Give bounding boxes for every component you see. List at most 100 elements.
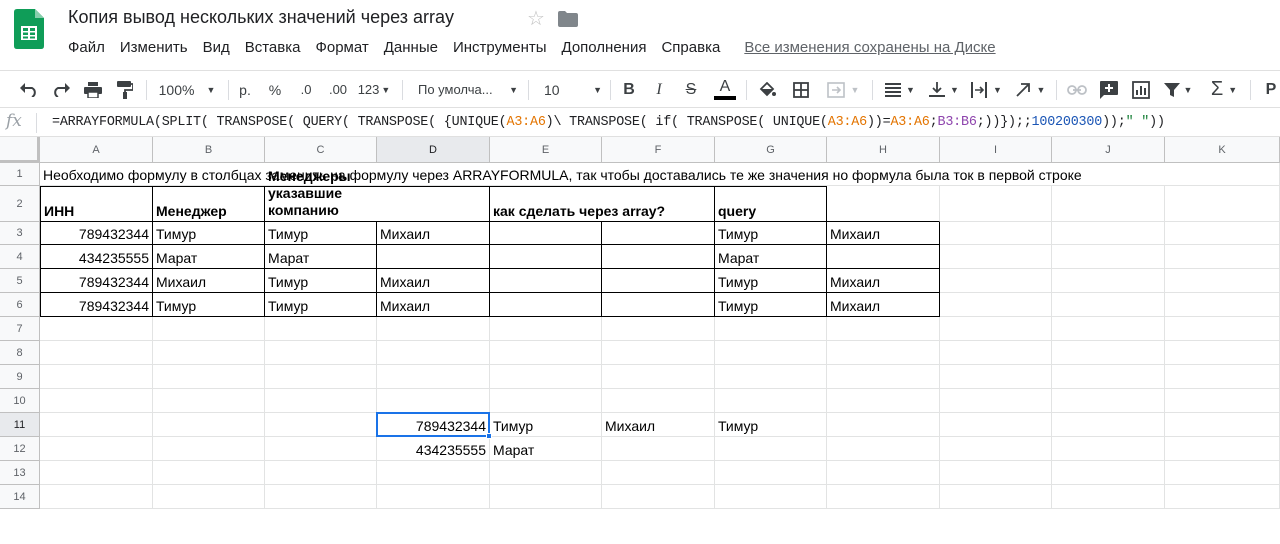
cell-k9[interactable] [1165, 365, 1280, 389]
row-header-8[interactable]: 8 [0, 341, 40, 365]
cell-h4[interactable] [827, 245, 940, 269]
cell-j8[interactable] [1052, 341, 1165, 365]
cell-i7[interactable] [940, 317, 1052, 341]
cell-c8[interactable] [265, 341, 377, 365]
cell-g11[interactable]: Тимур [715, 413, 827, 437]
cell-b11[interactable] [153, 413, 265, 437]
cell-g5[interactable]: Тимур [715, 269, 827, 293]
currency-format-button[interactable]: р. [234, 71, 256, 108]
cell-k13[interactable] [1165, 461, 1280, 485]
row-header-3[interactable]: 3 [0, 222, 40, 245]
row-header-2[interactable]: 2 [0, 186, 40, 222]
cell-d3[interactable]: Михаил [377, 222, 490, 245]
cell-j3[interactable] [1052, 222, 1165, 245]
row-header-14[interactable]: 14 [0, 485, 40, 509]
cell-g10[interactable] [715, 389, 827, 413]
cell-a4[interactable]: 434235555 [40, 245, 153, 269]
cell-e5[interactable] [490, 269, 602, 293]
formula-input[interactable]: =ARRAYFORMULA(SPLIT( TRANSPOSE( QUERY( T… [52, 115, 1165, 130]
cell-a8[interactable] [40, 341, 153, 365]
cell-c6[interactable]: Тимур [265, 293, 377, 317]
paint-format-icon[interactable] [112, 71, 138, 108]
cell-j6[interactable] [1052, 293, 1165, 317]
select-all-corner[interactable] [0, 137, 40, 163]
cell-f5[interactable] [602, 269, 715, 293]
row-header-4[interactable]: 4 [0, 245, 40, 269]
cell-f9[interactable] [602, 365, 715, 389]
cell-k10[interactable] [1165, 389, 1280, 413]
bold-button[interactable]: B [618, 71, 640, 108]
cell-i9[interactable] [940, 365, 1052, 389]
cell-f11[interactable]: Михаил [602, 413, 715, 437]
more-formats-button[interactable]: 123 ▼ [354, 71, 394, 108]
cell-j2[interactable] [1052, 186, 1165, 222]
cell-i5[interactable] [940, 269, 1052, 293]
cell-i2[interactable] [940, 186, 1052, 222]
increase-decimal-button[interactable]: .00 [324, 71, 352, 108]
cell-b8[interactable] [153, 341, 265, 365]
borders-icon[interactable] [788, 71, 814, 108]
cell-a6[interactable]: 789432344 [40, 293, 153, 317]
cell-g2[interactable]: query [715, 186, 827, 222]
column-header-h[interactable]: H [827, 137, 940, 163]
text-wrap-icon[interactable]: ▼ [966, 71, 1006, 108]
row-header-13[interactable]: 13 [0, 461, 40, 485]
row-header-11[interactable]: 11 [0, 413, 40, 437]
cell-i4[interactable] [940, 245, 1052, 269]
cell-h5[interactable]: Михаил [827, 269, 940, 293]
font-family-select[interactable]: По умолча... ▼ [410, 71, 522, 108]
cell-i13[interactable] [940, 461, 1052, 485]
cell-j12[interactable] [1052, 437, 1165, 461]
cell-h8[interactable] [827, 341, 940, 365]
column-header-k[interactable]: K [1165, 137, 1280, 163]
vertical-align-icon[interactable]: ▼ [924, 71, 964, 108]
insert-chart-icon[interactable] [1128, 71, 1154, 108]
menu-file[interactable]: Файл [68, 39, 105, 57]
cell-g6[interactable]: Тимур [715, 293, 827, 317]
cell-d8[interactable] [377, 341, 490, 365]
cell-a14[interactable] [40, 485, 153, 509]
row-header-9[interactable]: 9 [0, 365, 40, 389]
cell-f6[interactable] [602, 293, 715, 317]
cell-i10[interactable] [940, 389, 1052, 413]
cell-d10[interactable] [377, 389, 490, 413]
cell-b9[interactable] [153, 365, 265, 389]
row-header-1[interactable]: 1 [0, 163, 40, 186]
cell-d11[interactable]: 789432344 [377, 413, 490, 437]
cell-e2[interactable]: как сделать через array? [490, 186, 665, 222]
cell-j5[interactable] [1052, 269, 1165, 293]
undo-icon[interactable] [16, 71, 42, 108]
sheets-logo-icon[interactable] [14, 9, 44, 49]
folder-icon[interactable] [558, 11, 578, 27]
cell-b4[interactable]: Марат [153, 245, 265, 269]
document-title[interactable]: Копия вывод нескольких значений через ar… [68, 7, 454, 28]
cell-d7[interactable] [377, 317, 490, 341]
cell-b5[interactable]: Михаил [153, 269, 265, 293]
cell-a7[interactable] [40, 317, 153, 341]
cell-e7[interactable] [490, 317, 602, 341]
redo-icon[interactable] [48, 71, 74, 108]
cell-g3[interactable]: Тимур [715, 222, 827, 245]
cell-c14[interactable] [265, 485, 377, 509]
column-header-c[interactable]: C [265, 137, 377, 163]
cell-f8[interactable] [602, 341, 715, 365]
cell-c7[interactable] [265, 317, 377, 341]
cell-c3[interactable]: Тимур [265, 222, 377, 245]
cell-i3[interactable] [940, 222, 1052, 245]
row-header-10[interactable]: 10 [0, 389, 40, 413]
cell-k6[interactable] [1165, 293, 1280, 317]
cell-d14[interactable] [377, 485, 490, 509]
cell-g14[interactable] [715, 485, 827, 509]
cell-b12[interactable] [153, 437, 265, 461]
cell-b2[interactable]: Менеджер [153, 186, 265, 222]
cell-k11[interactable] [1165, 413, 1280, 437]
menu-format[interactable]: Формат [315, 39, 368, 57]
cell-j14[interactable] [1052, 485, 1165, 509]
fill-color-icon[interactable] [754, 71, 780, 108]
cell-g9[interactable] [715, 365, 827, 389]
cell-d6[interactable]: Михаил [377, 293, 490, 317]
cell-a3[interactable]: 789432344 [40, 222, 153, 245]
cell-a1[interactable]: Необходимо формулу в столбцах заменить н… [40, 163, 1082, 186]
menu-help[interactable]: Справка [661, 39, 720, 57]
merge-cells-icon[interactable]: ▼ [820, 71, 866, 108]
